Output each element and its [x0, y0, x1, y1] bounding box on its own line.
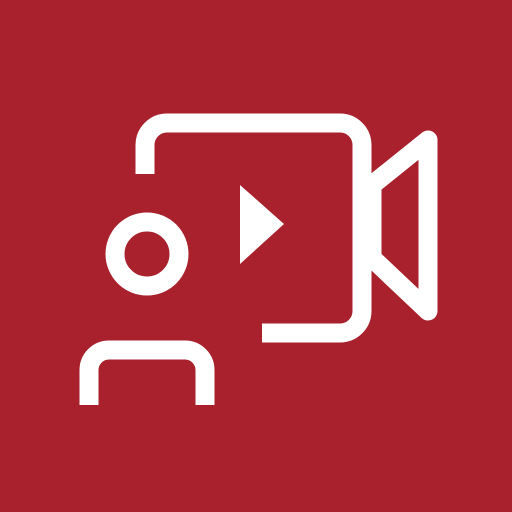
app-icon [0, 0, 512, 512]
person-body-icon [79, 340, 215, 405]
person-head-icon [105, 212, 189, 296]
video-camera-with-person-icon [79, 113, 438, 405]
camera-lens-icon [362, 130, 438, 321]
play-icon [240, 185, 284, 264]
